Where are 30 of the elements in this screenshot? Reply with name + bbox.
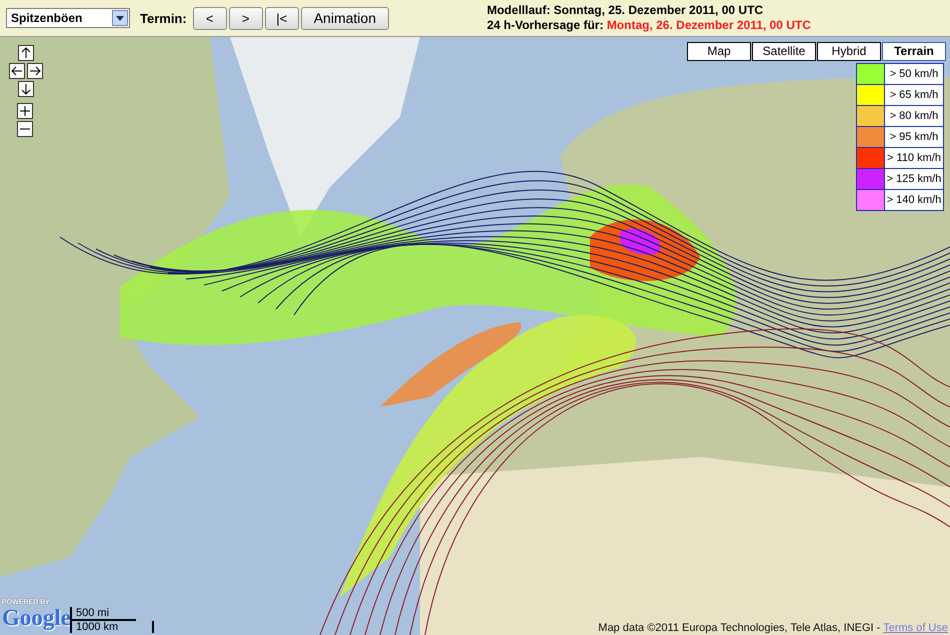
legend-label: > 65 km/h	[885, 85, 943, 105]
scale-miles: 500 mi	[70, 607, 136, 621]
step-button[interactable]: <	[192, 6, 227, 30]
legend-label: > 110 km/h	[885, 148, 943, 168]
legend-label: > 95 km/h	[885, 127, 943, 147]
model-run-text: Modelllauf: Sonntag, 25. Dezember 2011, 00 UTC	[486, 3, 764, 18]
map-type-tab[interactable]: Hybrid	[817, 42, 881, 61]
legend-label: > 140 km/h	[885, 190, 943, 210]
legend-label: > 50 km/h	[885, 64, 943, 84]
map-type-tab[interactable]: Satellite	[752, 42, 816, 61]
pan-up-icon[interactable]	[18, 45, 34, 61]
zoom-in-icon[interactable]	[17, 103, 33, 119]
product-select[interactable]: Spitzenböen	[6, 8, 130, 28]
scale-kilometers: 1000 km	[70, 621, 154, 633]
animation-button[interactable]: Animation	[300, 6, 389, 30]
termin-label: Termin:	[140, 10, 187, 26]
forecast-date: Montag, 26. Dezember 2011, 00 UTC	[606, 18, 811, 32]
pan-down-icon[interactable]	[18, 81, 34, 97]
step-button[interactable]: >	[228, 6, 263, 30]
map-type-tab[interactable]: Terrain	[882, 42, 946, 61]
legend-label: > 125 km/h	[885, 169, 943, 189]
pan-left-icon[interactable]	[9, 63, 25, 79]
map-type-tab[interactable]: Map	[687, 42, 751, 61]
google-logo: Google	[2, 606, 71, 629]
step-button[interactable]: |<	[264, 6, 299, 30]
zoom-out-icon[interactable]	[17, 121, 33, 137]
pan-right-icon[interactable]	[27, 63, 43, 79]
legend-label: > 80 km/h	[885, 106, 943, 126]
map-attribution: Map data ©2011 Europa Technologies, Tele Atlas, INEGI - Terms of Use	[598, 622, 948, 634]
forecast-label: 24 h-Vorhersage für:	[486, 18, 604, 32]
